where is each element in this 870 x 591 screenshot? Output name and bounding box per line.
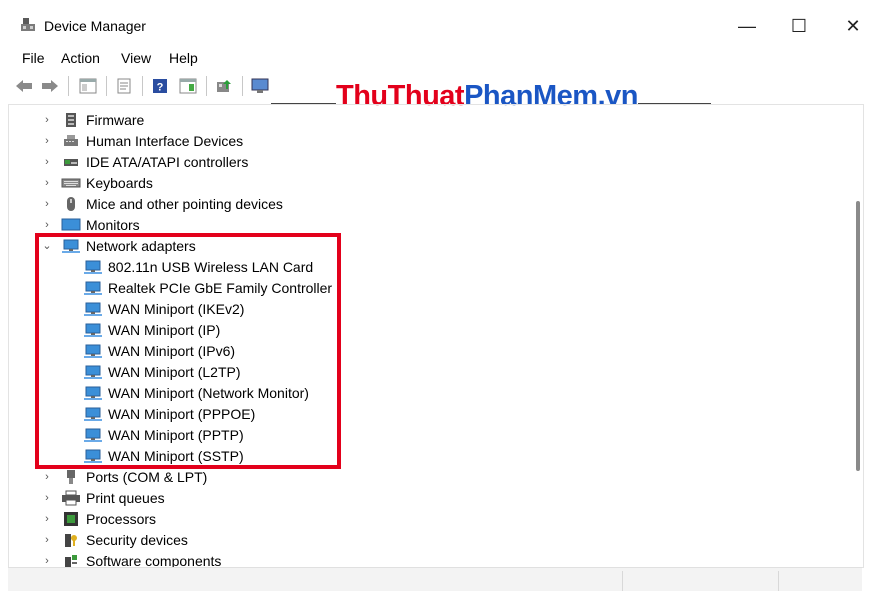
network-adapter-icon — [84, 281, 102, 295]
vertical-scrollbar[interactable] — [851, 105, 863, 567]
chevron-right-icon[interactable]: › — [41, 492, 53, 504]
tree-item-label: Keyboards — [86, 174, 153, 191]
chevron-right-icon[interactable]: › — [41, 534, 53, 546]
show-hide-console-tree-button[interactable] — [78, 76, 98, 96]
network-adapter-label: 802.11n USB Wireless LAN Card — [108, 258, 314, 275]
tree-item-label: Network adapters — [86, 237, 196, 254]
tree-item-label: Monitors — [86, 216, 140, 233]
port-icon — [67, 469, 75, 484]
chevron-right-icon[interactable]: › — [41, 555, 53, 567]
tree-item-label: Mice and other pointing devices — [86, 195, 283, 212]
network-adapter-label: WAN Miniport (SSTP) — [108, 447, 244, 464]
help-icon: ? — [153, 79, 167, 94]
tree-item-label: Ports (COM & LPT) — [86, 468, 208, 485]
maximize-icon: ☐ — [790, 15, 808, 36]
chevron-right-icon[interactable]: › — [41, 198, 53, 210]
toolbar-separator — [142, 76, 143, 96]
firmware-icon — [66, 112, 76, 127]
back-arrow-icon — [16, 80, 32, 92]
status-bar-separator — [622, 571, 623, 591]
processor-icon — [64, 511, 78, 526]
svg-text:?: ? — [157, 82, 164, 94]
menu-help[interactable]: Help — [169, 50, 198, 66]
network-adapter-label: WAN Miniport (L2TP) — [108, 363, 241, 380]
tree-item-label: Firmware — [86, 111, 145, 128]
close-icon: ✕ — [845, 15, 861, 36]
security-device-icon — [65, 533, 77, 547]
network-adapter-label: Realtek PCIe GbE Family Controller — [108, 279, 333, 296]
network-adapter-icon — [62, 239, 80, 253]
properties-button[interactable] — [114, 76, 134, 96]
network-adapter-label: WAN Miniport (PPTP) — [108, 426, 244, 443]
forward-button[interactable] — [40, 76, 60, 96]
tree-item-label: Print queues — [86, 489, 165, 506]
mouse-icon — [67, 196, 75, 211]
status-bar — [8, 567, 862, 591]
chevron-right-icon[interactable]: › — [41, 135, 53, 147]
menu-action[interactable]: Action — [61, 50, 100, 66]
device-manager-icon — [21, 18, 35, 31]
help-button[interactable]: ? — [150, 76, 170, 96]
toolbar-separator — [242, 76, 243, 96]
printer-icon — [62, 490, 80, 505]
menu-bar: File Action View Help — [0, 44, 870, 72]
scan-hardware-icon — [251, 78, 269, 93]
menu-view[interactable]: View — [121, 50, 151, 66]
network-adapter-icon — [84, 260, 102, 274]
network-adapter-icon — [84, 344, 102, 358]
network-adapter-icon — [84, 449, 102, 463]
window-title: Device Manager — [44, 18, 146, 34]
network-adapter-icon — [84, 323, 102, 337]
chevron-right-icon[interactable]: › — [41, 219, 53, 231]
forward-arrow-icon — [42, 80, 58, 92]
update-driver-icon — [217, 80, 231, 92]
tree-item-label: Software components — [86, 552, 222, 568]
chevron-right-icon[interactable]: › — [41, 471, 53, 483]
back-button[interactable] — [14, 76, 34, 96]
network-adapter-label: WAN Miniport (PPPOE) — [108, 405, 256, 422]
chevron-right-icon[interactable]: › — [41, 177, 53, 189]
toolbar-separator — [68, 76, 69, 96]
network-adapter-icon — [84, 365, 102, 379]
network-adapter-icon — [84, 386, 102, 400]
menu-file[interactable]: File — [22, 50, 45, 66]
device-tree: › Firmware › Human Interface Devices › I… — [9, 105, 849, 567]
properties-icon — [117, 78, 131, 94]
network-adapter-icon — [84, 428, 102, 442]
title-bar: Device Manager — ☐ ✕ — [0, 0, 870, 42]
close-button[interactable]: ✕ — [830, 12, 870, 40]
action-pane-button[interactable] — [178, 76, 198, 96]
minimize-button[interactable]: — — [724, 12, 770, 40]
tree-item-label: Security devices — [86, 531, 188, 548]
status-bar-separator — [778, 571, 779, 591]
toolbar-separator — [206, 76, 207, 96]
toolbar-separator — [106, 76, 107, 96]
ide-controller-icon — [64, 158, 78, 166]
console-tree-icon — [79, 78, 97, 94]
network-adapter-label: WAN Miniport (IP) — [108, 321, 221, 338]
software-component-icon — [65, 554, 77, 567]
chevron-down-icon[interactable]: ⌄ — [41, 240, 53, 252]
scrollbar-thumb[interactable] — [856, 201, 860, 471]
chevron-right-icon[interactable]: › — [41, 156, 53, 168]
tree-item-label: Human Interface Devices — [86, 132, 244, 149]
maximize-button[interactable]: ☐ — [776, 12, 822, 40]
network-adapter-label: WAN Miniport (Network Monitor) — [108, 384, 309, 401]
action-pane-icon — [179, 78, 197, 94]
tree-item-label: Processors — [86, 510, 157, 527]
minimize-icon: — — [738, 15, 756, 36]
network-adapter-label: WAN Miniport (IPv6) — [108, 342, 236, 359]
network-adapter-label: WAN Miniport (IKEv2) — [108, 300, 245, 317]
device-tree-pane[interactable]: › Firmware › Human Interface Devices › I… — [8, 104, 864, 568]
chevron-right-icon[interactable]: › — [41, 114, 53, 126]
tree-item-label: IDE ATA/ATAPI controllers — [86, 153, 249, 170]
keyboard-icon — [61, 178, 81, 187]
monitor-icon — [61, 218, 81, 230]
network-adapter-icon — [84, 407, 102, 421]
chevron-right-icon[interactable]: › — [41, 513, 53, 525]
network-adapter-icon — [84, 302, 102, 316]
hid-icon — [64, 134, 78, 146]
scan-hardware-button[interactable] — [250, 76, 270, 96]
update-driver-button[interactable] — [214, 76, 234, 96]
